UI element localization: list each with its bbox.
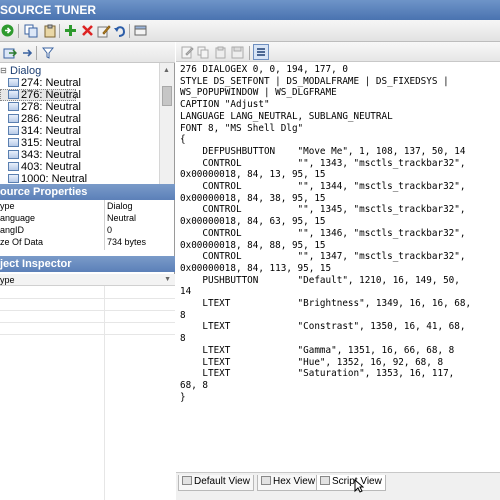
script-editor[interactable]: 276 DIALOGEX 0, 0, 194, 177, 0 STYLE DS_S… [180,64,498,474]
script-line: 0x00000018, 84, 13, 95, 15 [180,169,326,181]
script-line: LTEXT "Saturation", 1353, 16, 117, [180,368,455,380]
grid-line [0,322,175,323]
script-line: CONTROL "", 1346, "msctls_trackbar32", [180,227,466,239]
toolbar-separator [129,24,130,38]
script-line: 8 [180,333,186,345]
script-line: 0x00000018, 84, 38, 95, 15 [180,192,326,204]
grid-column-divider [104,286,105,500]
page-icon[interactable] [133,23,148,38]
script-line: 0x00000018, 84, 113, 95, 15 [180,262,332,274]
dialog-icon [8,138,19,147]
script-line: LTEXT "Constrast", 1350, 16, 41, 68, [180,321,466,333]
grid-line [0,334,175,335]
script-view-toggle-icon[interactable] [253,44,269,60]
dialog-icon [8,150,19,159]
left-panel: ⊟ Dialog 274: Neutral 276: Neutral 278: … [0,42,175,500]
script-line: CONTROL "", 1344, "msctls_trackbar32", [180,181,466,193]
property-row[interactable]: ype Dialog [0,200,175,212]
resource-tree[interactable]: ⊟ Dialog 274: Neutral 276: Neutral 278: … [0,63,175,185]
dialog-icon [8,102,19,111]
dialog-icon [8,114,19,123]
script-line: CONTROL "", 1345, "msctls_trackbar32", [180,204,466,216]
script-line: CAPTION "Adjust" [180,99,270,111]
object-inspector-type-row[interactable]: ype ▼ [0,274,175,286]
script-line: 276 DIALOGEX 0, 0, 194, 177, 0 [180,64,348,75]
dialog-icon [8,90,19,99]
toolbar-separator [59,24,60,38]
property-row[interactable]: anguage Neutral [0,212,175,224]
paste-icon[interactable] [42,23,57,38]
tab-default-view[interactable]: Default View [178,475,254,491]
script-line: 0x00000018, 84, 63, 95, 15 [180,216,326,228]
property-row[interactable]: angID 0 [0,224,175,236]
script-line: LTEXT "Hue", 1352, 16, 92, 68, 8 [180,356,444,368]
mouse-cursor-icon [354,478,365,496]
tree-item-selected[interactable]: 276: Neutral [0,89,81,101]
app-title: SOURCE TUNER [0,3,97,17]
collapse-icon[interactable]: ⊟ [0,65,7,77]
arrow-icon[interactable] [19,45,34,60]
script-save-icon[interactable] [230,45,245,60]
script-line: WS_POPUPWINDOW | WS_DLGFRAME [180,87,337,99]
dropdown-arrow-icon[interactable]: ▼ [164,274,171,286]
toolbar-separator [36,46,37,60]
toolbar-separator [18,24,19,38]
export-icon[interactable] [2,45,17,60]
undo-icon[interactable] [112,23,127,38]
script-line: PUSHBUTTON "Default", 1210, 16, 149, 50, [180,274,460,286]
dialog-icon [8,126,19,135]
tab-hex-view[interactable]: Hex View [257,475,320,491]
script-line: CONTROL "", 1347, "msctls_trackbar32", [180,251,466,263]
dialog-icon [8,174,19,183]
toolbar-separator [249,46,250,60]
script-line: 14 [180,286,192,298]
script-line: DEFPUSHBUTTON "Move Me", 1, 108, 137, 50… [180,145,466,157]
default-view-icon [182,476,192,485]
script-line: STYLE DS_SETFONT | DS_MODALFRAME | DS_FI… [180,75,449,87]
edit-icon[interactable] [96,23,111,38]
script-line: FONT 8, "MS Shell Dlg" [180,122,304,134]
main-toolbar [0,20,500,42]
dialog-icon [8,162,19,171]
script-paste-icon[interactable] [213,45,228,60]
delete-icon[interactable] [80,23,95,38]
hex-view-icon [261,476,271,485]
script-line: 68, 8 [180,379,208,391]
source-properties-header: ource Properties [0,184,175,200]
script-panel: 276 DIALOGEX 0, 0, 194, 177, 0 STYLE DS_S… [176,42,500,500]
scroll-thumb[interactable] [162,86,172,106]
script-line: CONTROL "", 1343, "msctls_trackbar32", [180,157,466,169]
script-line: LTEXT "Gamma", 1351, 16, 66, 68, 8 [180,344,455,356]
add-icon[interactable] [63,23,78,38]
object-inspector-grid [0,286,175,500]
grid-line [0,310,175,311]
green-arrow-icon[interactable] [0,23,15,38]
tree-root-label: Dialog [10,65,42,77]
script-view-icon [320,476,330,485]
script-edit-icon[interactable] [180,45,195,60]
tab-script-view[interactable]: Script View [316,475,386,491]
scroll-up-icon[interactable]: ▲ [163,67,170,74]
script-line: 8 [180,309,186,321]
grid-line [0,298,175,299]
tree-scrollbar[interactable]: ▲ [159,63,174,185]
object-inspector-header: ject Inspector [0,256,175,272]
script-toolbar [176,42,500,62]
title-bar: SOURCE TUNER [0,0,500,20]
script-line: LTEXT "Brightness", 1349, 16, 16, 68, [180,298,472,310]
dialog-icon [8,78,19,87]
script-line: 0x00000018, 84, 88, 95, 15 [180,239,326,251]
script-line: } [180,391,186,403]
property-row[interactable]: ze Of Data 734 bytes [0,236,175,248]
copy-icon[interactable] [23,23,38,38]
view-tabs: Default View Hex View Script View [176,472,500,500]
script-copy-icon[interactable] [196,45,211,60]
script-line: { [180,134,186,146]
script-line: LANGUAGE LANG_NEUTRAL, SUBLANG_NEUTRAL [180,110,393,122]
tree-toolbar [0,42,175,63]
filter-icon[interactable] [40,45,55,60]
